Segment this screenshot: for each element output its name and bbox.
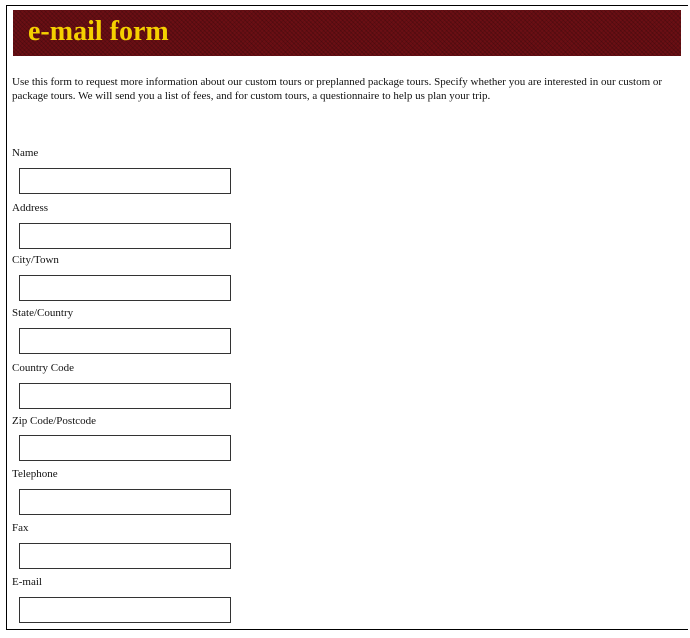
zip-code-label: Zip Code/Postcode [12,415,97,427]
address-input[interactable] [19,223,231,249]
country-code-input[interactable] [19,383,231,409]
telephone-label: Telephone [12,468,58,480]
country-code-label: Country Code [12,362,75,374]
state-country-label: State/Country [12,307,74,319]
name-label: Name [12,147,39,159]
city-town-input[interactable] [19,275,231,301]
telephone-input[interactable] [19,489,231,515]
email-label: E-mail [12,576,42,588]
city-town-label: City/Town [12,254,59,266]
fax-label: Fax [12,522,29,534]
state-country-input[interactable] [19,328,231,354]
intro-text: Use this form to request more informatio… [12,76,663,102]
email-input[interactable] [19,597,231,623]
fax-input[interactable] [19,543,231,569]
name-input[interactable] [19,168,231,194]
page-title: e-mail form [28,16,169,47]
zip-code-input[interactable] [19,435,231,461]
address-label: Address [12,202,49,214]
header-banner: e-mail form [13,10,681,56]
